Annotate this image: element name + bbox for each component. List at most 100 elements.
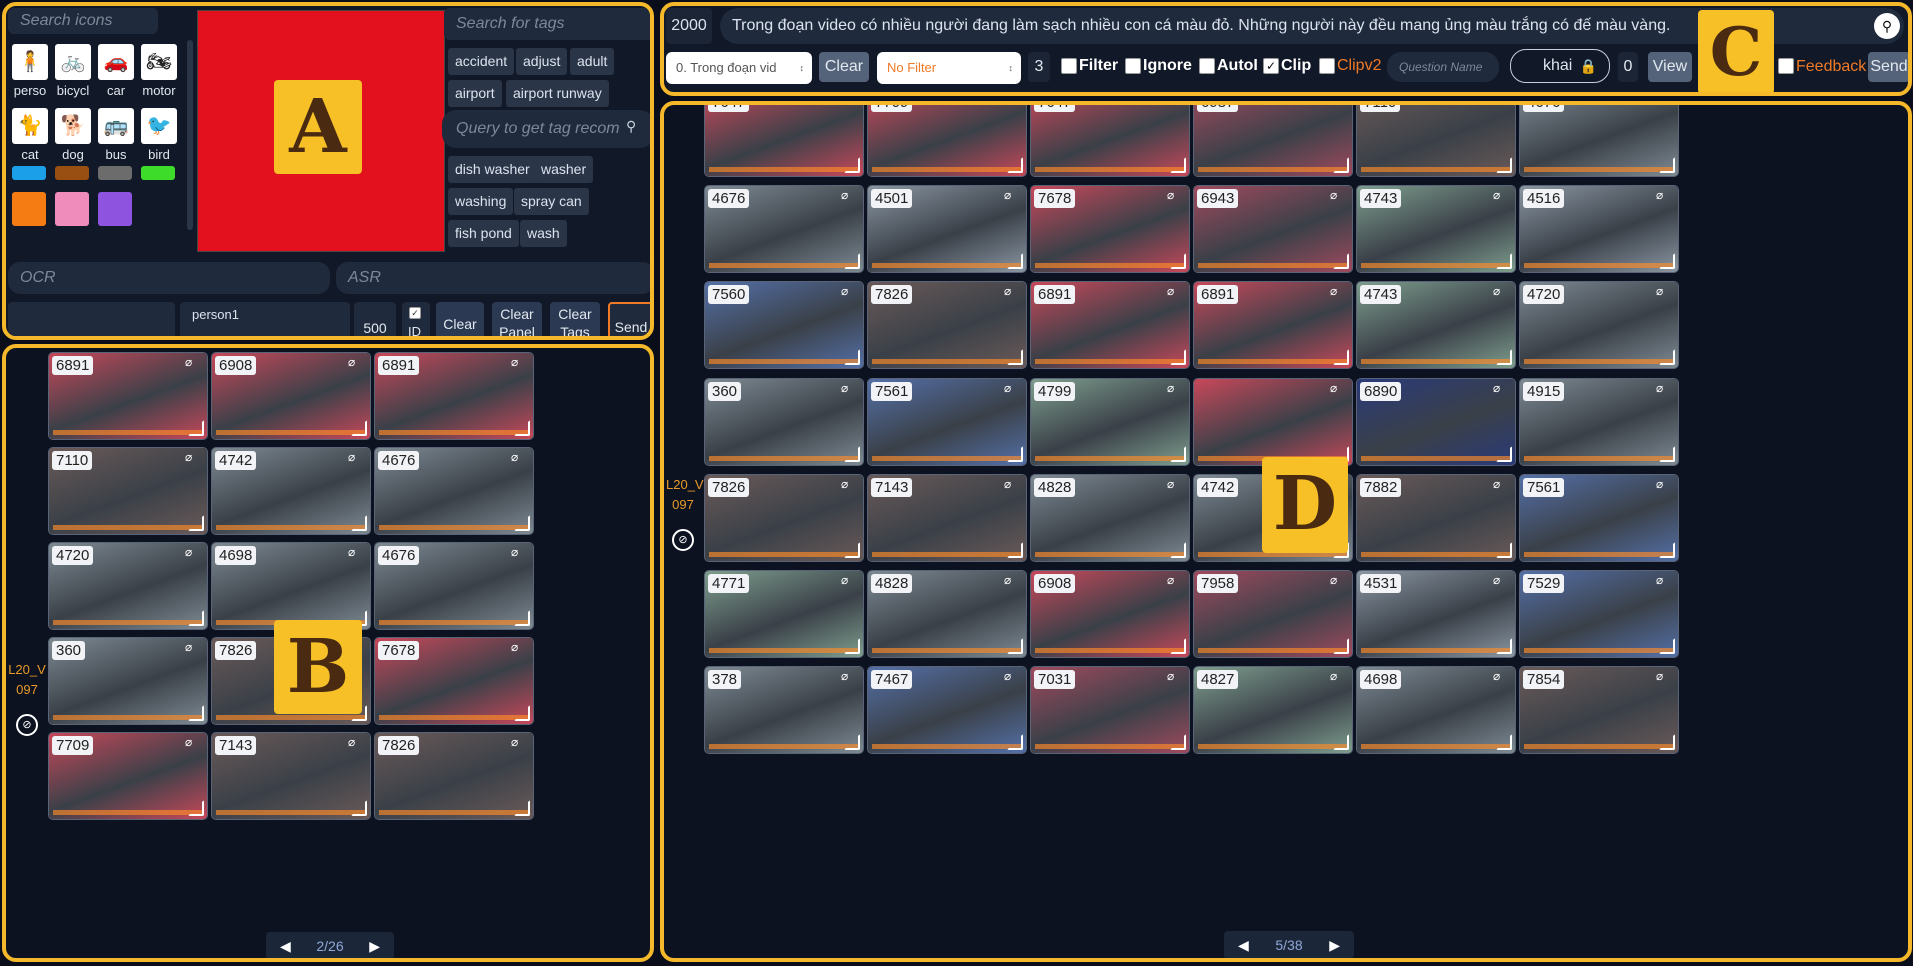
video-frame-thumbnail[interactable]: 4720 ⌀: [1519, 281, 1679, 370]
hide-frame-icon[interactable]: ⌀: [1004, 573, 1022, 587]
hide-frame-icon[interactable]: ⌀: [1656, 381, 1674, 395]
clipv2-checkbox[interactable]: [1319, 58, 1335, 74]
color-swatch[interactable]: [12, 166, 46, 180]
hide-frame-icon[interactable]: ⌀: [185, 450, 203, 464]
video-frame-thumbnail[interactable]: 7709 ⌀: [48, 732, 208, 820]
video-frame-thumbnail[interactable]: 4742 ⌀: [211, 447, 371, 535]
hide-frame-icon[interactable]: ⌀: [841, 381, 859, 395]
expand-icon[interactable]: [1007, 445, 1023, 462]
clip-checkbox[interactable]: ✓: [1263, 58, 1279, 74]
tag-chip[interactable]: adult: [570, 48, 615, 75]
hide-frame-icon[interactable]: ⌀: [511, 450, 529, 464]
hide-frame-icon[interactable]: ⌀: [1656, 669, 1674, 683]
video-frame-thumbnail[interactable]: 7143 ⌀: [211, 732, 371, 820]
video-frame-thumbnail[interactable]: 6891 ⌀: [1030, 281, 1190, 370]
hide-frame-icon[interactable]: ⌀: [1493, 284, 1511, 298]
video-frame-thumbnail[interactable]: 7826 ⌀: [374, 732, 534, 820]
prev-page-d-icon[interactable]: ◀: [1238, 931, 1249, 958]
expand-icon[interactable]: [844, 253, 860, 270]
hide-frame-icon[interactable]: ⌀: [1004, 381, 1022, 395]
video-frame-thumbnail[interactable]: 7560 ⌀: [704, 281, 864, 370]
video-frame-thumbnail[interactable]: 4771 ⌀: [704, 570, 864, 658]
video-frame-thumbnail[interactable]: 4720 ⌀: [48, 542, 208, 630]
video-frame-thumbnail[interactable]: 7678 ⌀: [374, 637, 534, 725]
video-frame-thumbnail[interactable]: 6987 ⌀: [1193, 105, 1353, 177]
motorbike-icon[interactable]: 🏍: [141, 44, 177, 80]
car-icon[interactable]: 🚗: [98, 44, 134, 80]
expand-icon[interactable]: [1659, 349, 1675, 366]
clear-button[interactable]: Clear: [436, 302, 484, 336]
video-frame-thumbnail[interactable]: 7826 ⌀: [704, 473, 864, 562]
color-swatch[interactable]: [55, 192, 89, 226]
hide-frame-icon[interactable]: ⌀: [511, 735, 529, 749]
hide-frame-icon[interactable]: ⌀: [1656, 573, 1674, 587]
video-frame-thumbnail[interactable]: 4743 ⌀: [1356, 281, 1516, 370]
video-frame-thumbnail[interactable]: 7561 ⌀: [1519, 473, 1679, 562]
video-frame-thumbnail[interactable]: 360 ⌀: [704, 377, 864, 466]
hide-frame-icon[interactable]: ⌀: [1493, 188, 1511, 202]
video-frame-thumbnail[interactable]: 7854 ⌀: [1519, 666, 1679, 755]
expand-icon[interactable]: [1496, 157, 1512, 173]
video-frame-thumbnail[interactable]: 4531 ⌀: [1356, 570, 1516, 658]
send-feedback-button[interactable]: Send: [1868, 52, 1908, 82]
expand-icon[interactable]: [1170, 253, 1186, 270]
clear-query-button[interactable]: Clear: [819, 52, 869, 82]
hide-frame-icon[interactable]: ⌀: [1656, 105, 1674, 106]
expand-icon[interactable]: [1007, 349, 1023, 366]
id-checkbox[interactable]: ✓: [409, 307, 421, 319]
expand-icon[interactable]: [1496, 734, 1512, 751]
send-button[interactable]: Send: [608, 302, 650, 336]
object-count-input[interactable]: [8, 302, 175, 336]
auto-checkbox[interactable]: [1199, 58, 1215, 74]
expand-icon[interactable]: [1333, 253, 1349, 270]
top-k-input[interactable]: 500: [354, 302, 396, 336]
expand-icon[interactable]: [844, 445, 860, 462]
hide-frame-icon[interactable]: ⌀: [1493, 381, 1511, 395]
hide-frame-icon[interactable]: ⌀: [1004, 477, 1022, 491]
expand-icon[interactable]: [1659, 253, 1675, 270]
expand-icon[interactable]: [1496, 638, 1512, 654]
hide-frame-icon[interactable]: ⌀: [511, 640, 529, 654]
hide-frame-icon[interactable]: ⌀: [1004, 284, 1022, 298]
hide-frame-icon[interactable]: ⌀: [1167, 105, 1185, 106]
video-frame-thumbnail[interactable]: 6891 ⌀: [48, 352, 208, 440]
bicycle-icon[interactable]: 🚲: [55, 44, 91, 80]
hide-frame-icon[interactable]: ⌀: [1330, 381, 1348, 395]
video-frame-thumbnail[interactable]: 7826 ⌀: [867, 281, 1027, 370]
tag-chip[interactable]: wash: [520, 220, 567, 247]
expand-icon[interactable]: [1170, 638, 1186, 654]
question-name-input[interactable]: Question Name: [1387, 52, 1499, 82]
expand-icon[interactable]: [1333, 349, 1349, 366]
expand-icon[interactable]: [1170, 541, 1186, 558]
bus-icon[interactable]: 🚌: [98, 108, 134, 144]
cat-icon[interactable]: 🐈: [12, 108, 48, 144]
query-select[interactable]: 0. Trong đoạn vid ↕: [666, 52, 812, 84]
expand-icon[interactable]: [514, 610, 530, 626]
hide-frame-icon[interactable]: ⌀: [841, 669, 859, 683]
video-frame-thumbnail[interactable]: 4698 ⌀: [211, 542, 371, 630]
video-frame-thumbnail[interactable]: 6890 ⌀: [1356, 377, 1516, 466]
hide-frame-icon[interactable]: ⌀: [841, 477, 859, 491]
hide-frame-icon[interactable]: ⌀: [348, 355, 366, 369]
video-frame-thumbnail[interactable]: 6908 ⌀: [1030, 570, 1190, 658]
k-value[interactable]: 3: [1028, 52, 1050, 82]
video-frame-thumbnail[interactable]: 4676 ⌀: [374, 542, 534, 630]
color-swatch[interactable]: [141, 166, 175, 180]
expand-icon[interactable]: [351, 515, 367, 531]
expand-icon[interactable]: [514, 420, 530, 436]
expand-icon[interactable]: [844, 734, 860, 751]
video-frame-thumbnail[interactable]: 7647 ⌀: [704, 105, 864, 177]
search-query-icon[interactable]: ⚲: [1874, 13, 1900, 39]
bird-icon[interactable]: 🐦: [141, 108, 177, 144]
hide-frame-icon[interactable]: ⌀: [185, 545, 203, 559]
expand-icon[interactable]: [1659, 734, 1675, 751]
hide-frame-icon[interactable]: ⌀: [1167, 573, 1185, 587]
hide-frame-icon[interactable]: ⌀: [1656, 477, 1674, 491]
video-frame-thumbnail[interactable]: 7143 ⌀: [867, 473, 1027, 562]
filter-select[interactable]: No Filter ↕: [877, 52, 1021, 84]
color-swatch[interactable]: [55, 166, 89, 180]
color-swatch[interactable]: [98, 192, 132, 226]
hide-frame-icon[interactable]: ⌀: [511, 355, 529, 369]
tag-chip[interactable]: adjust: [516, 48, 568, 75]
hide-frame-icon[interactable]: ⌀: [1493, 477, 1511, 491]
